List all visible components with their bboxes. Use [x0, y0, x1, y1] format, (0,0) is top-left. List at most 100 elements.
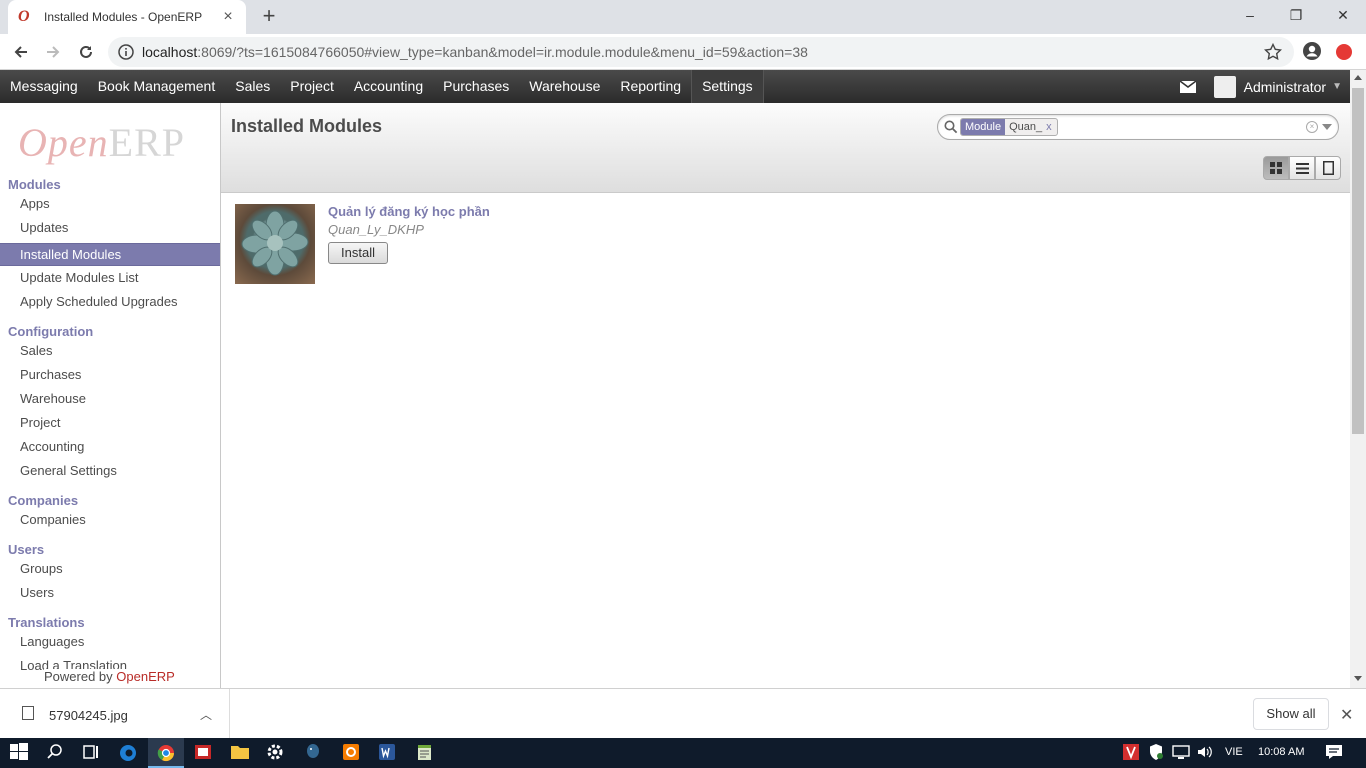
profile-icon[interactable] [1302, 41, 1322, 61]
clear-search-icon[interactable]: × [1306, 121, 1318, 133]
sidebar-section-modules: Modules [8, 177, 61, 192]
url-text: localhost:8069/?ts=1615084766050#view_ty… [142, 44, 808, 60]
search-input[interactable]: Module Quan_ x × [937, 114, 1339, 140]
notifications-icon[interactable] [1325, 743, 1345, 763]
download-item[interactable]: 57904245.jpg ︿ [0, 689, 230, 739]
volume-icon[interactable] [1196, 743, 1216, 763]
search-icon [944, 120, 958, 134]
form-icon [1322, 161, 1334, 175]
sidebar-item-companies[interactable]: Companies [0, 509, 220, 532]
sidebar-item-config-purchases[interactable]: Purchases [0, 364, 220, 387]
kanban-grid-icon [1270, 162, 1282, 174]
sidebar-item-groups[interactable]: Groups [0, 558, 220, 581]
notepad-icon[interactable] [416, 743, 436, 763]
scroll-thumb[interactable] [1352, 88, 1364, 434]
address-bar: localhost:8069/?ts=1615084766050#view_ty… [0, 34, 1366, 70]
forward-icon[interactable] [42, 41, 64, 63]
browser-tab[interactable]: O Installed Modules - OpenERP × [8, 0, 246, 34]
url-input[interactable]: localhost:8069/?ts=1615084766050#view_ty… [108, 37, 1294, 67]
sidebar-section-users: Users [8, 542, 45, 557]
new-tab-icon[interactable]: + [258, 5, 280, 28]
sidebar: OpenERP Modules Apps Updates Installed M… [0, 103, 221, 688]
task-view-icon[interactable] [82, 743, 102, 763]
sidebar-item-update-modules-list[interactable]: Update Modules List [0, 267, 220, 290]
close-download-bar-icon[interactable]: ✕ [1340, 705, 1353, 725]
menu-warehouse[interactable]: Warehouse [519, 70, 610, 103]
settings-gear-icon[interactable] [266, 743, 286, 763]
chevron-down-icon[interactable]: ▼ [1332, 81, 1342, 92]
scroll-down-icon[interactable] [1354, 676, 1362, 681]
menu-purchases[interactable]: Purchases [433, 70, 519, 103]
word-icon[interactable] [378, 743, 398, 763]
tab-close-icon[interactable]: × [220, 9, 236, 25]
sidebar-item-config-accounting[interactable]: Accounting [0, 436, 220, 459]
facet-category: Module [961, 119, 1006, 135]
chrome-icon[interactable] [156, 743, 176, 763]
install-button[interactable]: Install [328, 242, 388, 264]
restore-icon[interactable]: ❐ [1284, 5, 1308, 25]
page-scrollbar[interactable] [1350, 70, 1366, 688]
menu-reporting[interactable]: Reporting [610, 70, 691, 103]
module-name[interactable]: Quản lý đăng ký học phần [328, 204, 490, 219]
window-close-icon[interactable]: ✕ [1331, 5, 1355, 25]
show-all-button[interactable]: Show all [1253, 698, 1329, 730]
network-icon[interactable] [1172, 743, 1192, 763]
sidebar-item-config-project[interactable]: Project [0, 412, 220, 435]
file-icon [22, 706, 34, 720]
search-taskbar-icon[interactable] [46, 743, 66, 763]
sidebar-item-updates[interactable]: Updates [0, 217, 220, 240]
kanban-view: Quản lý đăng ký học phần Quan_Ly_DKHP In… [221, 193, 1350, 688]
sidebar-section-companies: Companies [8, 493, 79, 508]
sidebar-item-installed-modules[interactable]: Installed Modules [0, 243, 220, 266]
mail-icon[interactable] [1179, 80, 1196, 93]
menu-settings[interactable]: Settings [691, 70, 764, 103]
avatar[interactable] [1213, 75, 1236, 98]
sidebar-item-languages[interactable]: Languages [0, 631, 220, 654]
security-shield-icon[interactable] [1148, 743, 1168, 763]
app-icon-1[interactable] [194, 743, 214, 763]
bookmark-star-icon[interactable] [1263, 42, 1283, 64]
postgres-icon[interactable] [304, 743, 324, 763]
tab-title: Installed Modules - OpenERP [44, 10, 203, 24]
user-name[interactable]: Administrator [1244, 79, 1326, 95]
module-card[interactable]: Quản lý đăng ký học phần Quan_Ly_DKHP In… [235, 204, 535, 284]
form-view-button[interactable] [1315, 156, 1341, 180]
module-thumbnail [235, 204, 315, 284]
sidebar-item-config-sales[interactable]: Sales [0, 340, 220, 363]
reload-icon[interactable] [75, 41, 97, 63]
sidebar-item-apps[interactable]: Apps [0, 193, 220, 216]
openerp-link[interactable]: OpenERP [116, 669, 175, 684]
view-header: Installed Modules Module Quan_ x × [221, 103, 1350, 193]
back-icon[interactable] [10, 41, 32, 63]
kanban-view-button[interactable] [1263, 156, 1289, 180]
powered-by: Powered by OpenERP [44, 669, 175, 684]
extension-icon[interactable] [1336, 44, 1352, 60]
menu-book-management[interactable]: Book Management [88, 70, 226, 103]
download-filename[interactable]: 57904245.jpg [49, 708, 128, 723]
minimize-icon[interactable]: – [1238, 5, 1262, 25]
menu-messaging[interactable]: Messaging [0, 70, 88, 103]
sidebar-item-general-settings[interactable]: General Settings [0, 460, 220, 483]
user-area: Administrator ▼ [1179, 70, 1350, 103]
clock[interactable]: 10:08 AM [1258, 746, 1304, 758]
tray-app-icon[interactable] [1122, 743, 1142, 763]
info-icon[interactable] [118, 44, 134, 60]
menu-project[interactable]: Project [280, 70, 344, 103]
file-explorer-icon[interactable] [230, 743, 250, 763]
scroll-up-icon[interactable] [1354, 75, 1362, 80]
list-view-button[interactable] [1289, 156, 1315, 180]
language-indicator[interactable]: VIE [1225, 746, 1243, 758]
sidebar-item-users[interactable]: Users [0, 582, 220, 605]
facet-remove-button[interactable]: x [1046, 119, 1057, 135]
menu-accounting[interactable]: Accounting [344, 70, 433, 103]
chevron-up-icon[interactable]: ︿ [200, 706, 212, 723]
edge-icon[interactable] [118, 743, 138, 763]
sidebar-item-apply-scheduled-upgrades[interactable]: Apply Scheduled Upgrades [0, 291, 220, 314]
sidebar-item-config-warehouse[interactable]: Warehouse [0, 388, 220, 411]
search-dropdown-icon[interactable] [1322, 124, 1332, 130]
search-facet[interactable]: Module Quan_ x [960, 118, 1058, 136]
sidebar-section-configuration: Configuration [8, 324, 94, 339]
app-icon-orange[interactable] [342, 743, 362, 763]
menu-sales[interactable]: Sales [225, 70, 280, 103]
windows-start-icon[interactable] [10, 743, 30, 763]
